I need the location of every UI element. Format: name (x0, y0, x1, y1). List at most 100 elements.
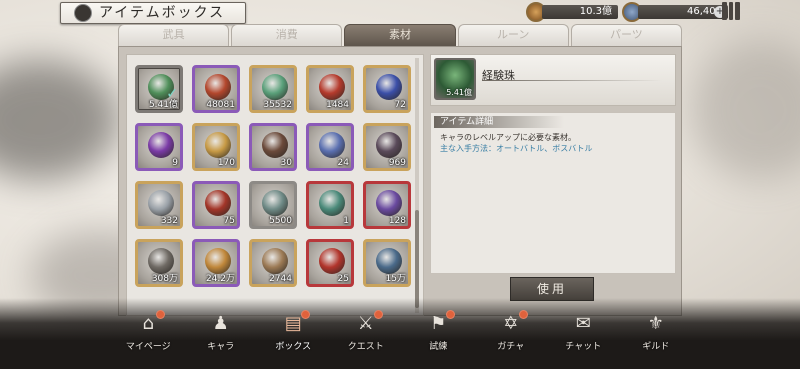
ink-smudge-decoration (690, 40, 800, 180)
item-count: 15万 (385, 274, 406, 284)
ink-smudge-decoration (0, 60, 120, 180)
golden-ticket-icon (205, 132, 231, 158)
item-count: 25 (337, 274, 349, 284)
nav-item[interactable]: ⚑ 試練 (402, 310, 475, 362)
item-slot[interactable]: 5500 (249, 181, 297, 229)
item-count: 24 (337, 158, 349, 168)
item-count: 308万 (151, 274, 178, 284)
wing-feather-icon (319, 190, 345, 216)
crystal-ticket-icon (319, 132, 345, 158)
item-count: 2744 (269, 274, 292, 284)
nav-label: 試練 (429, 342, 448, 352)
currency-gem: 46,401 + (622, 2, 728, 22)
item-count: 969 (388, 158, 406, 168)
item-count: 35532 (263, 100, 292, 110)
item-count: 24.2万 (205, 274, 235, 284)
nav-label: ボックス (275, 342, 312, 352)
scroll-icon (376, 132, 402, 158)
item-slot[interactable]: 9 (135, 123, 183, 171)
grid-scrollbar[interactable] (415, 58, 419, 313)
nav-label: ギルド (642, 342, 670, 352)
item-count: 1 (343, 216, 349, 226)
back-button[interactable] (74, 4, 92, 22)
item-slot[interactable]: 15万 (363, 239, 411, 287)
blue-potion-icon (376, 74, 402, 100)
item-count: 332 (160, 216, 178, 226)
item-count: 72 (394, 100, 406, 110)
item-slot[interactable]: 128 (363, 181, 411, 229)
nav-label: クエスト (347, 342, 384, 352)
notification-dot-icon (446, 310, 455, 319)
bottom-nav: ⌂ マイページ ♟ キャラ ▤ ボックス ⚔ クエスト ⚑ 試練 ✡ ガチャ ✉ チャット ⚜ ギルド (112, 310, 693, 362)
item-slot[interactable]: 332 (135, 181, 183, 229)
gold-amount: 10.3億 (542, 5, 618, 19)
item-slot[interactable]: 2744 (249, 239, 297, 287)
nav-icon: ✉ (575, 313, 591, 334)
menu-icon[interactable] (722, 2, 741, 20)
item-slot[interactable]: 75 (192, 181, 240, 229)
green-potion-icon (262, 74, 288, 100)
item-count: 48081 (206, 100, 235, 110)
item-slot[interactable]: 170 (192, 123, 240, 171)
nav-label: キャラ (207, 342, 235, 352)
divider (482, 80, 662, 81)
item-count: 9 (172, 158, 178, 168)
ruby-icon (319, 248, 345, 274)
nav-item[interactable]: ♟ キャラ (185, 312, 258, 362)
item-slot[interactable]: 30 (249, 123, 297, 171)
item-slot[interactable]: 35532 (249, 65, 297, 113)
nav-item[interactable]: ⚔ クエスト (330, 310, 403, 362)
nav-item[interactable]: ✉ チャット (547, 312, 620, 362)
apple-icon (205, 190, 231, 216)
paper-scroll-icon (148, 190, 174, 216)
tablet-icon (262, 248, 288, 274)
notification-dot-icon (301, 310, 310, 319)
item-slot[interactable]: 48081 (192, 65, 240, 113)
notification-dot-icon (518, 310, 528, 319)
item-slot[interactable]: 969 (363, 123, 411, 171)
item-count: 1484 (326, 100, 349, 110)
item-count: 170 (217, 158, 235, 168)
notification-dot-icon (156, 310, 165, 319)
nav-icon: ⚜ (647, 313, 664, 334)
tab-runes[interactable]: ルーン (457, 24, 569, 46)
tab-materials[interactable]: 素材 (344, 24, 456, 46)
item-grid: 5.41億 ✓ 48081 35532 1484 72 9 170 30 24 969 332 75 55… (126, 54, 424, 316)
item-count: 30 (280, 158, 292, 168)
currency-gold: 10.3億 (526, 2, 618, 22)
nav-label: チャット (565, 342, 602, 352)
nav-label: マイページ (125, 342, 171, 352)
nav-item[interactable]: ⚜ ギルド (620, 312, 693, 362)
item-slot[interactable]: 1 (306, 181, 354, 229)
nav-item[interactable]: ⌂ マイページ (112, 310, 185, 362)
item-count: 75 (223, 216, 235, 226)
dark-ticket-icon (262, 132, 288, 158)
tab-parts[interactable]: パーツ (570, 24, 683, 46)
tab-weapons[interactable]: 武具 (118, 24, 230, 46)
selected-item-icon: 5.41億 (434, 58, 476, 100)
nav-label: ガチャ (497, 342, 525, 352)
item-slot[interactable]: 25 (306, 239, 354, 287)
red-orb-icon (205, 74, 231, 100)
detail-section-title: アイテム詳細 (434, 116, 564, 128)
tab-consumables[interactable]: 消費 (231, 24, 343, 46)
item-description: キャラのレベルアップに必要な素材。 (440, 133, 576, 142)
item-slot[interactable]: 24.2万 (192, 239, 240, 287)
red-potion-icon (319, 74, 345, 100)
scroll-thumb[interactable] (415, 210, 419, 308)
selected-item-count: 5.41億 (446, 88, 472, 97)
notification-dot-icon (373, 310, 383, 319)
item-count: 128 (388, 216, 406, 226)
category-tabs: 武具 消費 素材 ルーン パーツ (118, 24, 683, 46)
nav-icon: ♟ (212, 313, 229, 334)
checkmark-icon: ✓ (166, 86, 178, 102)
item-slot[interactable]: 308万 (135, 239, 183, 287)
nav-item[interactable]: ✡ ガチャ (475, 310, 548, 362)
item-slot[interactable]: 72 (363, 65, 411, 113)
amethyst-icon (376, 190, 402, 216)
item-slot[interactable]: 5.41億 ✓ (135, 65, 183, 113)
item-slot[interactable]: 24 (306, 123, 354, 171)
nav-item[interactable]: ▤ ボックス (257, 310, 330, 362)
purple-potion-icon (148, 132, 174, 158)
item-slot[interactable]: 1484 (306, 65, 354, 113)
